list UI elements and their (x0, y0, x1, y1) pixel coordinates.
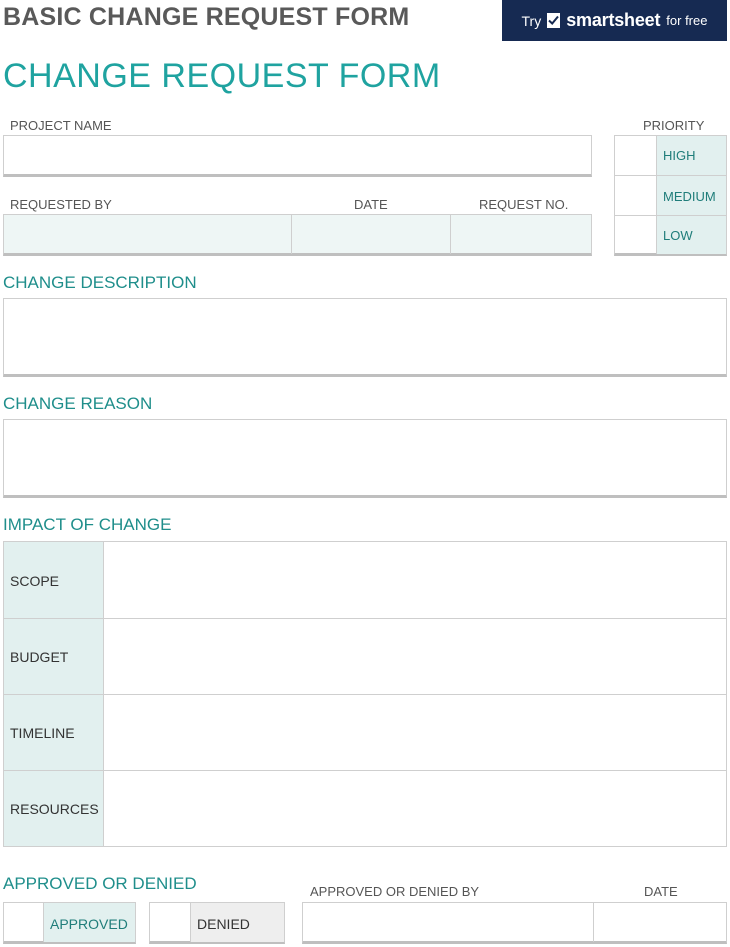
priority-low-checkbox[interactable] (615, 216, 656, 254)
priority-medium-label: MEDIUM (663, 189, 716, 204)
requested-by-field[interactable] (4, 215, 291, 254)
approved-option: APPROVED (3, 902, 136, 944)
approved-or-denied-heading: APPROVED OR DENIED (3, 874, 197, 893)
requester-row (3, 214, 592, 256)
impact-resources-field[interactable] (104, 771, 726, 846)
divider (43, 903, 44, 942)
impact-budget-label: BUDGET (10, 649, 69, 665)
priority-low-label: LOW (663, 228, 693, 243)
smartsheet-banner[interactable]: Try smartsheet for free (502, 0, 727, 41)
change-reason-heading: CHANGE REASON (3, 394, 153, 413)
priority-high-label: HIGH (663, 148, 696, 163)
denied-checkbox[interactable] (150, 903, 190, 942)
priority-label: PRIORITY (643, 118, 705, 133)
project-name-label: PROJECT NAME (10, 118, 112, 133)
banner-brand-text: smartsheet (566, 10, 661, 30)
impact-resources-label: RESOURCES (10, 801, 99, 817)
date-label: DATE (354, 197, 388, 212)
date-field[interactable] (292, 215, 450, 254)
approved-label: APPROVED (50, 916, 128, 932)
requested-by-label: REQUESTED BY (10, 197, 112, 212)
checkmark-icon (547, 13, 561, 28)
banner-try-text: Try (521, 12, 542, 29)
approval-row (302, 902, 727, 944)
request-no-field[interactable] (451, 215, 591, 254)
approval-date-field[interactable] (594, 903, 726, 942)
divider (190, 903, 191, 942)
priority-medium-checkbox[interactable] (615, 176, 656, 215)
priority-table: HIGH MEDIUM LOW (614, 135, 727, 256)
priority-high-checkbox[interactable] (615, 136, 656, 175)
banner-free-text: for free (666, 13, 708, 28)
change-description-field[interactable] (3, 298, 727, 377)
approved-by-label: APPROVED OR DENIED BY (310, 884, 480, 899)
approved-by-field[interactable] (303, 903, 593, 942)
change-reason-field[interactable] (3, 419, 727, 498)
impact-timeline-field[interactable] (104, 695, 726, 770)
request-no-label: REQUEST NO. (479, 197, 569, 212)
change-description-heading: CHANGE DESCRIPTION (3, 273, 197, 292)
impact-timeline-label: TIMELINE (10, 725, 75, 741)
approved-checkbox[interactable] (4, 903, 43, 942)
divider (656, 136, 657, 254)
approval-date-label: DATE (644, 884, 678, 899)
impact-scope-label: SCOPE (10, 573, 60, 589)
impact-of-change-heading: IMPACT OF CHANGE (3, 515, 172, 534)
denied-label: DENIED (197, 916, 250, 932)
form-title: CHANGE REQUEST FORM (3, 57, 441, 95)
project-name-field[interactable] (3, 135, 592, 177)
denied-option: DENIED (149, 902, 285, 944)
impact-table: SCOPE BUDGET TIMELINE RESOURCES (3, 541, 727, 847)
document-title: BASIC CHANGE REQUEST FORM (3, 3, 410, 31)
impact-budget-field[interactable] (104, 619, 726, 694)
impact-scope-field[interactable] (104, 542, 726, 618)
